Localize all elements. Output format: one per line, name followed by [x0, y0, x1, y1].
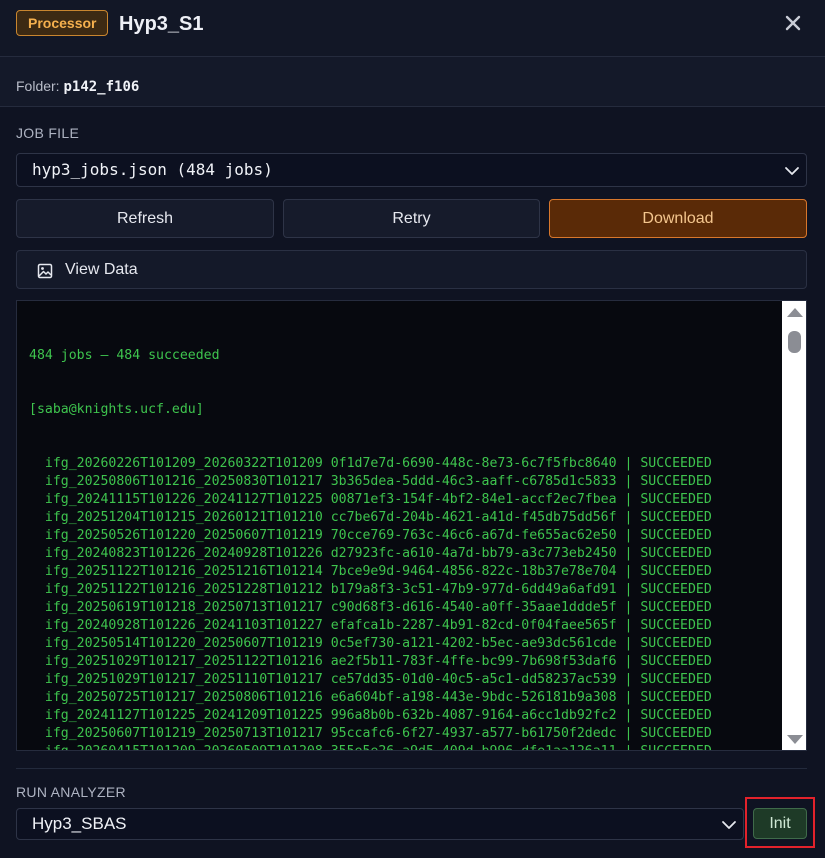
- job-file-selected: hyp3_jobs.json (484 jobs): [32, 160, 273, 179]
- log-row: ifg_20250607T101219_20250713T101217 95cc…: [29, 726, 712, 741]
- analyzer-select[interactable]: Hyp3_SBAS: [16, 808, 744, 840]
- log-row: ifg_20241115T101226_20241127T101225 0087…: [29, 492, 712, 507]
- dialog-title: Hyp3_S1: [119, 13, 204, 35]
- job-file-label: JOB FILE: [16, 125, 80, 141]
- refresh-button[interactable]: Refresh: [16, 199, 274, 238]
- view-data-label: View Data: [65, 261, 138, 278]
- scroll-thumb[interactable]: [788, 331, 801, 353]
- folder-label: Folder:: [16, 78, 60, 94]
- init-button[interactable]: Init: [753, 808, 807, 839]
- log-row: ifg_20250526T101220_20250607T101219 70cc…: [29, 528, 712, 543]
- retry-button[interactable]: Retry: [283, 199, 540, 238]
- image-icon: [37, 263, 53, 279]
- job-log[interactable]: 484 jobs — 484 succeeded [saba@knights.u…: [16, 300, 807, 751]
- folder-value: p142_f106: [63, 79, 140, 95]
- log-row: ifg_20240928T101226_20241103T101227 efaf…: [29, 618, 712, 633]
- log-row: ifg_20240823T101226_20240928T101226 d279…: [29, 546, 712, 561]
- analyzer-selected: Hyp3_SBAS: [32, 814, 127, 833]
- log-row: ifg_20250514T101220_20250607T101219 0c5e…: [29, 636, 712, 651]
- close-button[interactable]: [780, 10, 806, 36]
- scroll-down-icon[interactable]: [787, 735, 803, 744]
- log-row: ifg_20250725T101217_20250806T101216 e6a6…: [29, 690, 712, 705]
- view-data-button[interactable]: View Data: [16, 250, 807, 289]
- log-row: ifg_20250806T101216_20250830T101217 3b36…: [29, 474, 712, 489]
- scroll-up-icon[interactable]: [787, 308, 803, 317]
- log-row: ifg_20251204T101215_20260121T101210 cc7b…: [29, 510, 712, 525]
- log-summary: 484 jobs — 484 succeeded: [29, 348, 220, 363]
- processor-badge: Processor: [16, 10, 109, 36]
- log-row: ifg_20251029T101217_20251122T101216 ae2f…: [29, 654, 712, 669]
- log-row: ifg_20250619T101218_20250713T101217 c90d…: [29, 600, 712, 615]
- download-button[interactable]: Download: [549, 199, 807, 238]
- log-row: ifg_20260415T101209_20260509T101208 355e…: [29, 743, 789, 750]
- chevron-down-icon: [722, 821, 736, 829]
- log-row: ifg_20251122T101216_20251216T101214 7bce…: [29, 564, 712, 579]
- log-user: [saba@knights.ucf.edu]: [29, 402, 204, 417]
- divider: [16, 768, 807, 769]
- log-row: ifg_20241127T101225_20241209T101225 996a…: [29, 708, 712, 723]
- log-row: ifg_20251122T101216_20251228T101212 b179…: [29, 582, 712, 597]
- log-row: ifg_20260226T101209_20260322T101209 0f1d…: [29, 456, 712, 471]
- run-analyzer-label: RUN ANALYZER: [16, 784, 126, 800]
- job-log-content: 484 jobs — 484 succeeded [saba@knights.u…: [29, 311, 789, 750]
- log-scrollbar[interactable]: [782, 301, 806, 750]
- chevron-down-icon: [785, 167, 799, 175]
- job-file-select[interactable]: hyp3_jobs.json (484 jobs): [16, 153, 807, 187]
- close-icon: [785, 15, 801, 31]
- log-row: ifg_20251029T101217_20251110T101217 ce57…: [29, 672, 712, 687]
- dialog-header: Processor Hyp3_S1: [0, 0, 825, 57]
- folder-info: Folder: p142_f106: [0, 57, 825, 107]
